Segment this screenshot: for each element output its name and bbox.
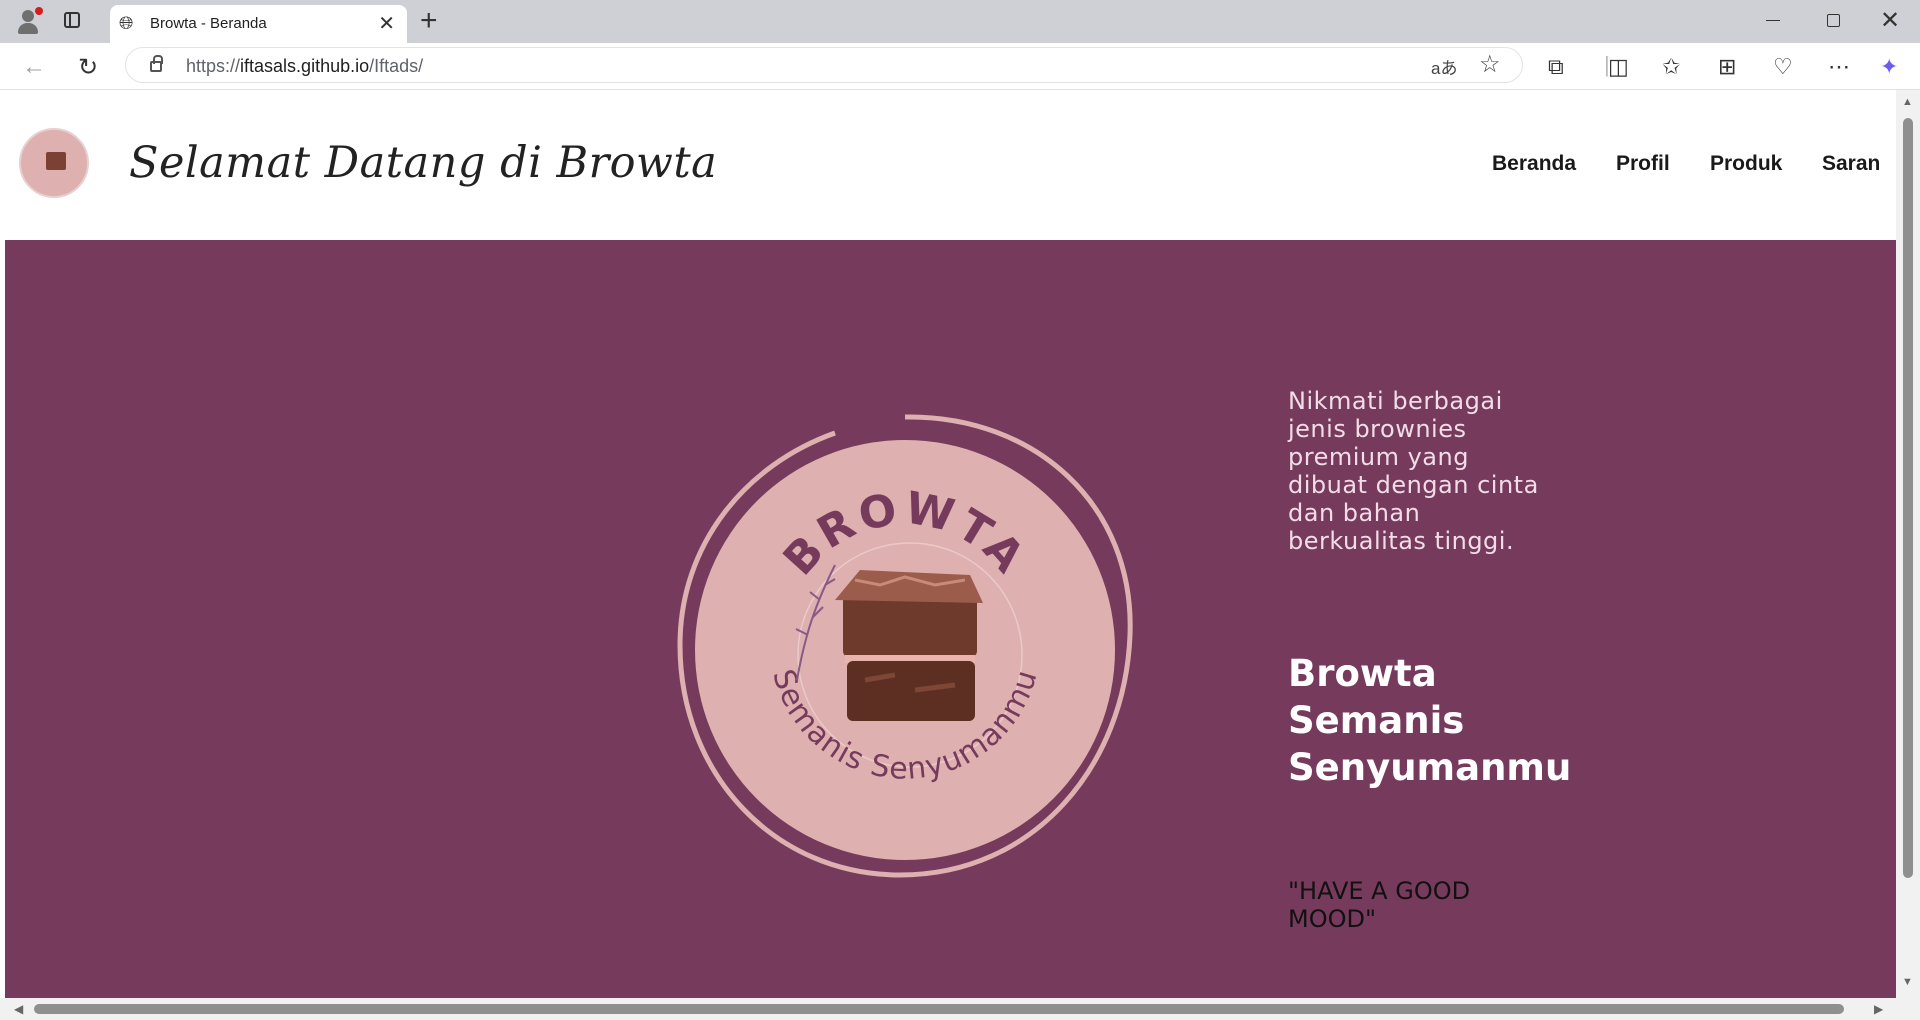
split-screen-icon[interactable]: ◫: [1608, 54, 1629, 80]
brownie-illustration: [835, 570, 983, 721]
close-tab-icon[interactable]: ✕: [378, 11, 395, 36]
notification-dot: [35, 7, 43, 15]
profile-icon[interactable]: [14, 7, 43, 35]
vertical-scrollbar[interactable]: ▲ ▼: [1896, 90, 1920, 998]
favorites-icon[interactable]: ✩: [1662, 54, 1680, 80]
globe-icon: 🌐︎: [119, 13, 134, 33]
hero-mood-text: "HAVE A GOOD MOOD": [1288, 877, 1471, 933]
horizontal-scrollbar[interactable]: ◀ ▶: [0, 998, 1920, 1020]
extensions-icon[interactable]: ⧉: [1548, 54, 1564, 80]
reload-icon[interactable]: ↻: [78, 53, 98, 82]
nav-link-profil[interactable]: Profil: [1616, 152, 1670, 176]
copilot-icon[interactable]: ✦: [1880, 54, 1898, 80]
scroll-right-arrow-icon[interactable]: ▶: [1874, 1002, 1883, 1016]
nav-link-produk[interactable]: Produk: [1710, 152, 1782, 176]
read-aloud-icon[interactable]: aあ: [1431, 54, 1457, 79]
vertical-scroll-thumb[interactable]: [1903, 118, 1913, 878]
browser-toolbar: ← ↻ https://iftasals.github.io/Iftads/ a…: [0, 43, 1920, 90]
back-arrow-icon[interactable]: ←: [22, 53, 46, 81]
hero-section: BROWTA Semanis Senyumanmu Nikmati berbag…: [5, 240, 1896, 998]
browser-tab-active[interactable]: 🌐︎ Browta - Beranda ✕: [110, 5, 407, 43]
scroll-left-arrow-icon[interactable]: ◀: [14, 1002, 23, 1016]
scroll-up-arrow-icon[interactable]: ▲: [1902, 96, 1913, 108]
site-logo[interactable]: [19, 128, 89, 198]
site-header: Selamat Datang di Browta Beranda Profil …: [5, 90, 1896, 240]
brownie-icon: [46, 152, 66, 170]
browser-essentials-icon[interactable]: ♡: [1773, 54, 1793, 80]
hero-description: Nikmati berbagai jenis brownies premium …: [1288, 387, 1539, 555]
web-page: Selamat Datang di Browta Beranda Profil …: [5, 90, 1896, 998]
more-options-icon[interactable]: ⋯: [1828, 54, 1850, 80]
address-bar[interactable]: https://iftasals.github.io/Iftads/ aあ ☆: [125, 47, 1523, 83]
close-window-button[interactable]: ✕: [1880, 6, 1900, 35]
horizontal-scroll-thumb[interactable]: [34, 1004, 1844, 1014]
browta-logo-emblem: BROWTA Semanis Senyumanmu: [677, 414, 1133, 878]
browser-tab-bar: 🌐︎ Browta - Beranda ✕ + ✕: [0, 0, 1920, 43]
site-info-icon[interactable]: [150, 55, 163, 72]
nav-link-saran[interactable]: Saran: [1822, 152, 1880, 176]
restore-window-button[interactable]: [1827, 14, 1840, 27]
tab-title: Browta - Beranda: [150, 15, 267, 32]
hero-tagline: Browta Semanis Senyumanmu: [1288, 652, 1572, 789]
nav-link-beranda[interactable]: Beranda: [1492, 152, 1576, 176]
tab-actions-icon[interactable]: [64, 12, 80, 28]
minimize-window-button[interactable]: [1766, 20, 1780, 21]
new-tab-button[interactable]: +: [420, 4, 438, 38]
site-title: Selamat Datang di Browta: [129, 138, 718, 188]
collections-icon[interactable]: ⊞: [1718, 54, 1736, 80]
scroll-down-arrow-icon[interactable]: ▼: [1902, 976, 1913, 988]
url-text[interactable]: https://iftasals.github.io/Iftads/: [186, 56, 423, 77]
favorite-star-icon[interactable]: ☆: [1479, 50, 1501, 79]
